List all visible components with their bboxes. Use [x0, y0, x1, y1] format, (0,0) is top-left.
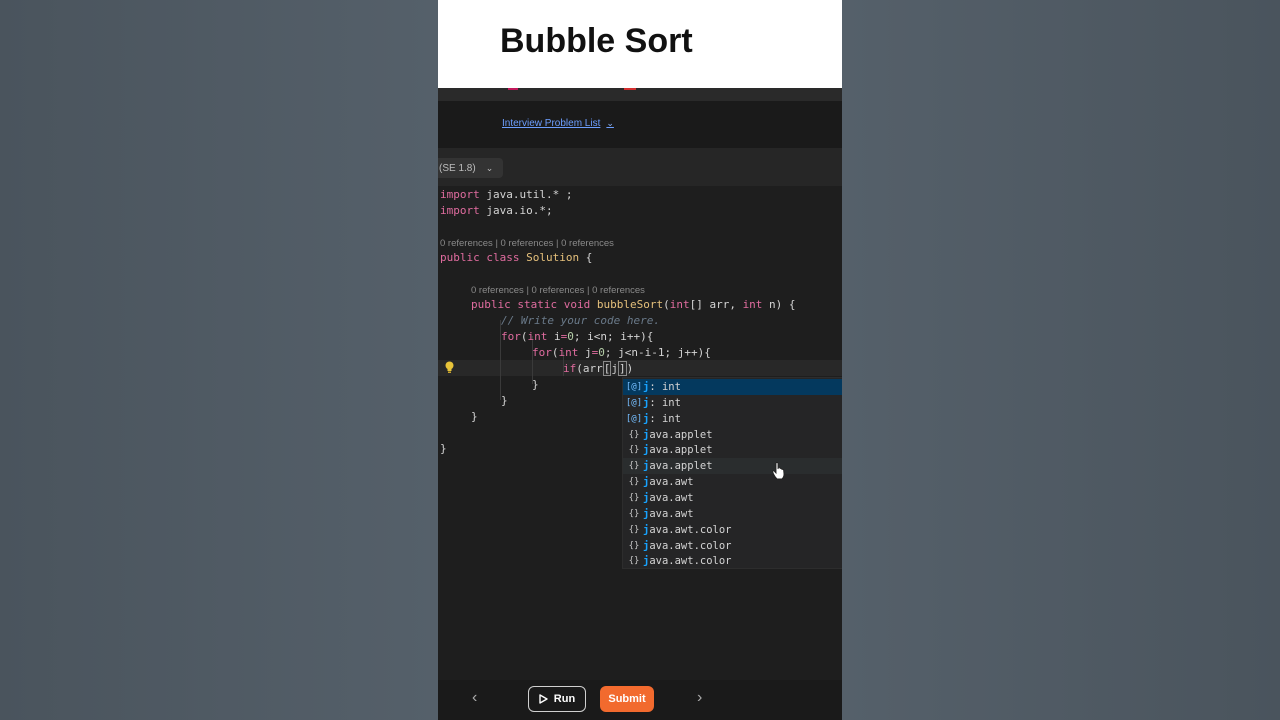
background-left	[0, 0, 438, 720]
code-editor[interactable]: import java.util.* ; import java.io.*; 0…	[438, 186, 842, 680]
suggestion-label: : int	[649, 412, 681, 425]
suggestion-label: ava.awt.color	[649, 555, 732, 568]
suggestion-label: ava.applet	[649, 428, 713, 441]
autocomplete-popup: [@] j : int [@] j : int [@] j : int{} j ava.app…	[622, 377, 842, 569]
strip-accent	[508, 88, 518, 90]
suggestion-item[interactable]: {} j ava.awt.color	[623, 538, 842, 554]
problem-list-label: Interview Problem List	[502, 118, 601, 129]
app-frame: Bubble Sort Interview Problem List ⌄ (SE…	[438, 0, 842, 720]
code-line-1: import java.util.* ;	[440, 188, 573, 201]
codelens-references[interactable]: 0 references | 0 references | 0 referenc…	[471, 284, 645, 298]
problem-list-link[interactable]: Interview Problem List ⌄	[502, 118, 614, 129]
language-label: (SE 1.8)	[439, 162, 476, 174]
module-icon: {}	[628, 492, 640, 503]
suggestion-item[interactable]: [@] j : int	[623, 395, 842, 411]
variable-icon: [@]	[625, 397, 643, 408]
suggestion-label: ava.awt	[649, 476, 694, 489]
variable-icon: [@]	[625, 413, 643, 424]
page-title: Bubble Sort	[500, 22, 693, 60]
module-icon: {}	[628, 540, 640, 551]
code-line-2: import java.io.*;	[440, 204, 553, 217]
module-icon: {}	[628, 461, 640, 472]
suggestion-item[interactable]: {} j ava.applet	[623, 442, 842, 458]
chevron-down-icon: ⌄	[606, 118, 614, 128]
suggestion-label: ava.applet	[649, 444, 713, 457]
suggestion-item[interactable]: {} j ava.awt	[623, 490, 842, 506]
play-icon	[539, 694, 548, 704]
top-strip	[438, 88, 842, 101]
suggestion-label: ava.awt	[649, 507, 694, 520]
strip-accent	[624, 88, 636, 90]
chevron-left-icon[interactable]: ‹	[472, 689, 477, 707]
code-close-brace: }	[440, 442, 447, 455]
suggestion-item[interactable]: [@] j : int	[623, 379, 842, 395]
language-bar: (SE 1.8) ⌄	[438, 148, 842, 186]
background-right	[842, 0, 1280, 720]
suggestion-item[interactable]: [@] j : int	[623, 411, 842, 427]
lightbulb-icon[interactable]	[444, 361, 455, 374]
suggestion-item[interactable]: {} j ava.applet	[623, 458, 842, 475]
suggestion-item[interactable]: {} j ava.awt	[623, 474, 842, 490]
suggestion-label: : int	[649, 396, 681, 409]
run-label: Run	[553, 693, 576, 705]
problem-nav: Interview Problem List ⌄	[438, 101, 842, 148]
codelens-references[interactable]: 0 references | 0 references | 0 referenc…	[440, 237, 614, 251]
active-line-highlight	[438, 360, 842, 376]
code-line-if: if(arr[j])	[563, 361, 634, 376]
suggestion-label: ava.awt.color	[649, 523, 732, 536]
suggestion-item[interactable]: {} j ava.awt	[623, 506, 842, 522]
title-banner: Bubble Sort	[438, 0, 842, 88]
code-line-method: public static void bubbleSort(int[] arr,…	[471, 298, 796, 311]
submit-label: Submit	[608, 693, 646, 705]
module-icon: {}	[628, 524, 640, 535]
module-icon: {}	[628, 429, 640, 440]
suggestion-label: ava.applet	[649, 460, 713, 473]
code-line-inner-loop: for(int j=0; j<n-i-1; j++){	[532, 346, 711, 359]
code-comment: // Write your code here.	[501, 314, 660, 327]
module-icon: {}	[628, 556, 640, 567]
suggestion-item[interactable]: {} j ava.awt.color	[623, 522, 842, 538]
code-close-brace: }	[471, 410, 478, 423]
variable-icon: [@]	[625, 382, 643, 392]
suggestion-item[interactable]: {} j ava.applet	[623, 427, 842, 443]
hand-pointer-icon	[772, 462, 785, 480]
code-close-brace: }	[501, 394, 508, 407]
module-icon: {}	[628, 477, 640, 488]
run-button[interactable]: Run	[528, 686, 586, 712]
submit-button[interactable]: Submit	[600, 686, 654, 712]
chevron-down-icon: ⌄	[485, 162, 494, 173]
code-line-outer-loop: for(int i=0; i<n; i++){	[501, 330, 654, 343]
code-close-brace: }	[532, 378, 539, 391]
module-icon: {}	[628, 508, 640, 519]
bottom-toolbar: ‹ Run Submit ›	[438, 680, 842, 720]
suggestion-label: : int	[649, 381, 681, 393]
chevron-right-icon[interactable]: ›	[697, 689, 702, 707]
suggestion-item[interactable]: {} j ava.awt.color	[623, 553, 842, 569]
module-icon: {}	[628, 445, 640, 456]
language-select[interactable]: (SE 1.8) ⌄	[438, 158, 504, 178]
suggestion-label: ava.awt	[649, 491, 694, 504]
suggestion-label: ava.awt.color	[649, 539, 732, 552]
code-line-class: public class Solution {	[440, 251, 593, 264]
